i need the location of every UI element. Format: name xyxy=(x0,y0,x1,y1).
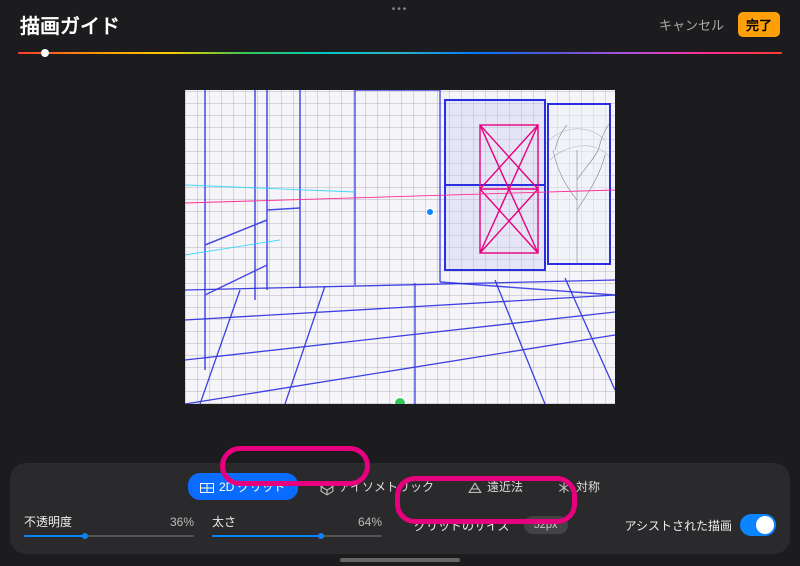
tab-perspective[interactable]: 遠近法 xyxy=(456,473,535,500)
bottom-panel: 2D グリッド アイソメトリック 遠近法 対称 不透明度 36% xyxy=(10,463,790,554)
grid-icon xyxy=(200,482,214,492)
opacity-label: 不透明度 xyxy=(24,513,72,530)
cancel-button[interactable]: キャンセル xyxy=(659,15,724,34)
tab-isometric[interactable]: アイソメトリック xyxy=(308,473,446,500)
sketch-overlay xyxy=(185,90,615,404)
assisted-drawing-control: アシストされた描画 xyxy=(624,514,776,536)
opacity-slider-knob[interactable] xyxy=(82,533,88,539)
opacity-control: 不透明度 36% xyxy=(24,513,194,537)
tab-symmetry[interactable]: 対称 xyxy=(545,473,612,500)
thickness-control: 太さ 64% xyxy=(212,513,382,537)
grid-size-value[interactable]: 52px xyxy=(524,516,568,534)
grid-origin-handle[interactable] xyxy=(426,208,434,216)
thickness-slider-knob[interactable] xyxy=(318,533,324,539)
canvas-area xyxy=(0,90,800,404)
opacity-value: 36% xyxy=(170,515,194,529)
page-title: 描画ガイド xyxy=(20,10,120,39)
thickness-slider[interactable] xyxy=(212,535,382,537)
hue-slider-handle[interactable] xyxy=(41,49,49,57)
header-actions: キャンセル 完了 xyxy=(659,12,780,37)
tab-2d-grid-label: 2D グリッド xyxy=(219,478,286,495)
assisted-toggle[interactable] xyxy=(740,514,776,536)
tab-isometric-label: アイソメトリック xyxy=(339,478,434,495)
guide-mode-tabs: 2D グリッド アイソメトリック 遠近法 対称 xyxy=(24,473,776,500)
perspective-icon xyxy=(468,482,482,492)
thickness-value: 64% xyxy=(358,515,382,529)
tab-2d-grid[interactable]: 2D グリッド xyxy=(188,473,298,500)
grid-size-control[interactable]: グリッドのサイズ 52px xyxy=(400,510,582,540)
hue-slider[interactable] xyxy=(18,52,782,54)
opacity-slider[interactable] xyxy=(24,535,194,537)
symmetry-icon xyxy=(557,482,571,492)
assisted-label: アシストされた描画 xyxy=(624,517,732,534)
more-ellipsis[interactable]: ••• xyxy=(392,4,409,15)
thickness-label: 太さ xyxy=(212,513,236,530)
controls-row: 不透明度 36% 太さ 64% グリッドのサイズ 52px アシストされた描画 xyxy=(24,510,776,540)
grid-size-label: グリッドのサイズ xyxy=(414,517,510,534)
tab-symmetry-label: 対称 xyxy=(576,478,600,495)
done-button[interactable]: 完了 xyxy=(738,12,780,37)
tab-perspective-label: 遠近法 xyxy=(487,478,523,495)
cube-icon xyxy=(320,482,334,492)
canvas-preview[interactable] xyxy=(185,90,615,404)
home-indicator[interactable] xyxy=(340,558,460,562)
